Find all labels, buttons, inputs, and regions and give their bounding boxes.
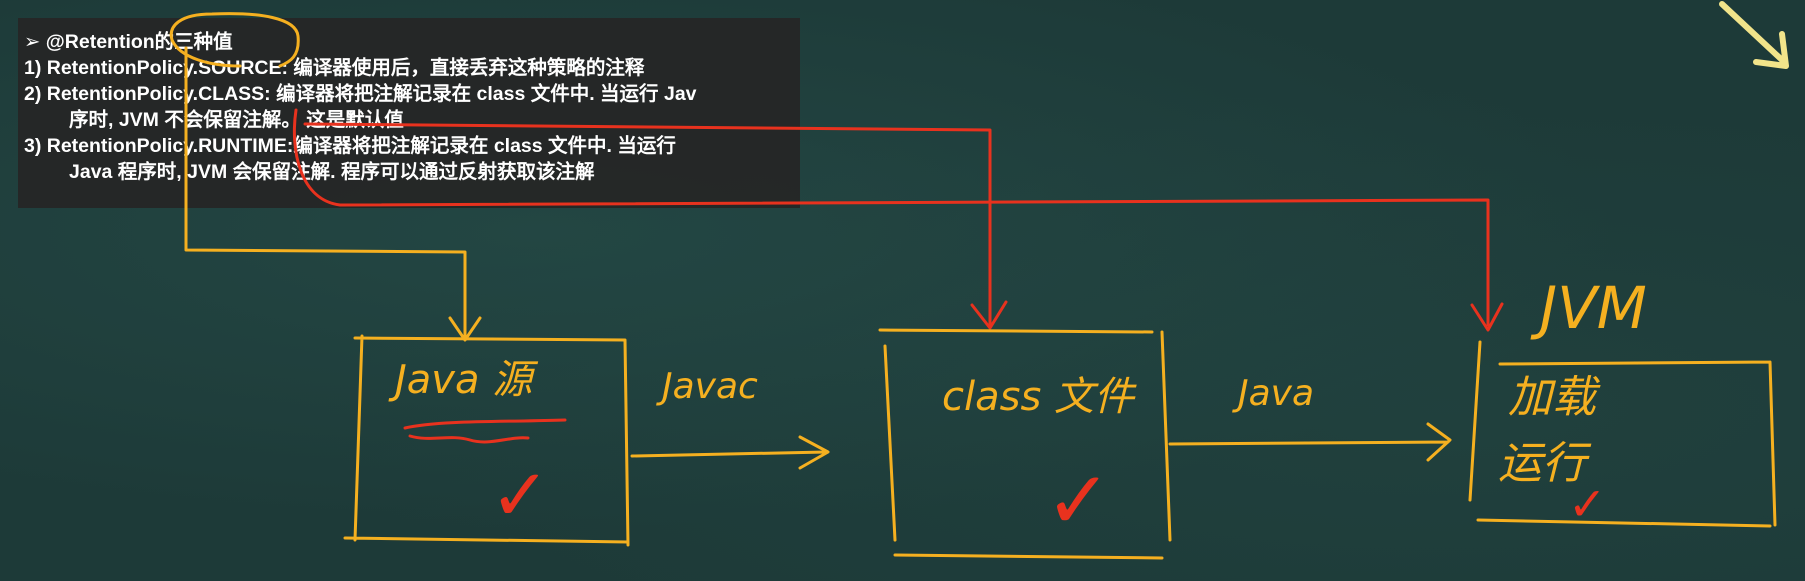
- box2-check: ✓: [1045, 454, 1112, 547]
- source-loop-arrow: [169, 12, 482, 342]
- java-arrow: [1168, 422, 1452, 462]
- runtime-red-arrow: [292, 108, 1504, 332]
- javac-arrow: [630, 435, 830, 470]
- box3-check: ✓: [1568, 477, 1607, 531]
- cursor-pointer-arrow: [1719, 1, 1789, 69]
- class-red-arrow: [303, 122, 1008, 330]
- arrow1-label: Javac: [656, 366, 758, 407]
- box2-label: class 文件: [942, 374, 1137, 420]
- jvm-box: [1468, 340, 1777, 528]
- class-file-box: [878, 328, 1172, 560]
- box1-label: Java 源: [388, 357, 538, 403]
- diagram-canvas: Java 源 ✓ Javac class 文件 ✓ Java JVM 加载 运行…: [169, 1, 1789, 560]
- jvm-label: JVM: [1530, 274, 1647, 342]
- box3-line1: 加载: [1508, 372, 1601, 423]
- box1-check: ✓: [490, 453, 550, 537]
- arrow2-label: Java: [1232, 373, 1314, 414]
- box1-red-underline: [403, 418, 567, 444]
